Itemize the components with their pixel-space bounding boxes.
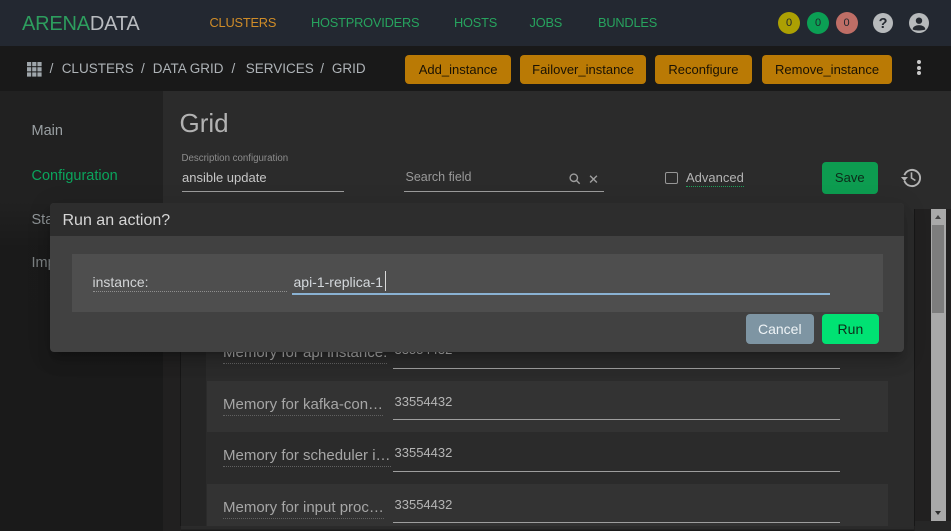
svg-text:?: ? [879, 16, 888, 32]
